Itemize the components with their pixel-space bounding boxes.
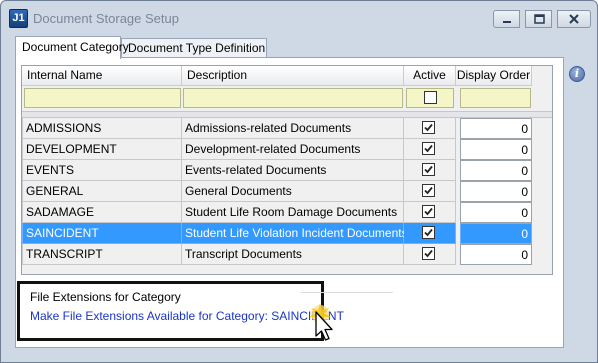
table-row[interactable]: DEVELOPMENT Development-related Documents… <box>22 139 552 160</box>
cell-description[interactable]: Student Life Violation Incident Document… <box>182 223 408 244</box>
cell-description[interactable]: Admissions-related Documents <box>182 118 404 139</box>
window-title: Document Storage Setup <box>33 11 179 26</box>
table-row[interactable]: EVENTS Events-related Documents 0 <box>22 160 552 181</box>
make-file-extensions-link[interactable]: Make File Extensions Available for Categ… <box>30 309 344 323</box>
table-row[interactable]: TRANSCRIPT Transcript Documents 0 <box>22 244 552 265</box>
table-row[interactable]: SADAMAGE Student Life Room Damage Documen… <box>22 202 552 223</box>
grid-separator <box>22 111 552 118</box>
category-grid: Internal Name Description Active Display… <box>21 65 553 275</box>
cell-internal-name[interactable]: DEVELOPMENT <box>22 139 182 160</box>
checkbox-check-icon <box>424 144 433 153</box>
active-checkbox[interactable] <box>422 121 435 134</box>
active-checkbox[interactable] <box>422 163 435 176</box>
checkbox-check-icon <box>424 207 433 216</box>
active-checkbox[interactable] <box>422 184 435 197</box>
cell-display-order-input[interactable]: 0 <box>460 244 532 265</box>
section-divider <box>301 292 393 293</box>
filter-active-checkbox[interactable] <box>424 91 437 104</box>
active-checkbox[interactable] <box>422 226 435 239</box>
cell-description[interactable]: Student Life Room Damage Documents <box>182 202 404 223</box>
checkbox-check-icon <box>424 165 433 174</box>
file-extensions-section: File Extensions for Category Make File E… <box>17 281 344 341</box>
maximize-icon <box>533 14 545 24</box>
cell-active <box>404 118 456 139</box>
info-icon[interactable]: i <box>569 66 585 82</box>
cell-active <box>404 139 456 160</box>
file-extensions-title: File Extensions for Category <box>30 290 181 304</box>
document-storage-setup-window: J1 Document Storage Setup Document Categ… <box>0 0 598 363</box>
table-row[interactable]: SAINCIDENT Student Life Violation Inciden… <box>22 223 552 244</box>
filter-display-order-input[interactable] <box>460 88 531 108</box>
cell-display-order-input[interactable]: 0 <box>460 160 532 181</box>
cell-active <box>404 181 456 202</box>
cell-display-order-input[interactable]: 0 <box>460 181 532 202</box>
cell-active <box>404 223 456 244</box>
cell-internal-name[interactable]: EVENTS <box>22 160 182 181</box>
cell-internal-name[interactable]: GENERAL <box>22 181 182 202</box>
app-icon: J1 <box>9 9 28 28</box>
cell-display-order-input[interactable]: 0 <box>460 202 532 223</box>
cell-internal-name[interactable]: TRANSCRIPT <box>22 244 182 265</box>
checkbox-check-icon <box>424 228 433 237</box>
cell-active <box>404 244 456 265</box>
cell-description[interactable]: Events-related Documents <box>182 160 404 181</box>
checkbox-check-icon <box>424 123 433 132</box>
cell-internal-name[interactable]: SADAMAGE <box>22 202 182 223</box>
cell-active <box>404 202 456 223</box>
checkbox-check-icon <box>424 249 433 258</box>
maximize-button[interactable] <box>525 10 552 28</box>
cell-description[interactable]: Transcript Documents <box>182 244 404 265</box>
cell-display-order-input[interactable]: 0 <box>460 139 532 160</box>
minimize-button[interactable] <box>493 10 520 28</box>
active-checkbox[interactable] <box>422 247 435 260</box>
column-header-description[interactable]: Description <box>182 66 404 86</box>
filter-active-cell <box>406 88 454 108</box>
cell-description[interactable]: Development-related Documents <box>182 139 404 160</box>
table-row[interactable]: GENERAL General Documents 0 <box>22 181 552 202</box>
checkbox-check-icon <box>424 186 433 195</box>
tab-document-type-definition[interactable]: Document Type Definition <box>121 38 267 58</box>
filter-description-input[interactable] <box>183 88 403 108</box>
filter-internal-name-input[interactable] <box>24 88 181 108</box>
cell-internal-name[interactable]: ADMISSIONS <box>22 118 182 139</box>
close-icon <box>569 14 579 24</box>
column-header-active[interactable]: Active <box>404 66 456 86</box>
tab-document-category[interactable]: Document Category <box>15 36 129 59</box>
mouse-pointer-icon <box>309 303 333 341</box>
active-checkbox[interactable] <box>422 205 435 218</box>
cell-active <box>404 160 456 181</box>
cell-internal-name[interactable]: SAINCIDENT <box>22 223 182 244</box>
table-row[interactable]: ADMISSIONS Admissions-related Documents 0 <box>22 118 552 139</box>
close-button[interactable] <box>557 10 591 28</box>
cell-display-order-input[interactable]: 0 <box>460 118 532 139</box>
minimize-icon <box>502 21 511 23</box>
title-bar[interactable]: J1 Document Storage Setup <box>1 1 597 35</box>
cell-description[interactable]: General Documents <box>182 181 404 202</box>
active-checkbox[interactable] <box>422 142 435 155</box>
column-header-display-order[interactable]: Display Order <box>456 66 532 86</box>
cell-display-order-input[interactable]: 0 <box>460 223 532 244</box>
column-header-internal-name[interactable]: Internal Name <box>22 66 182 86</box>
